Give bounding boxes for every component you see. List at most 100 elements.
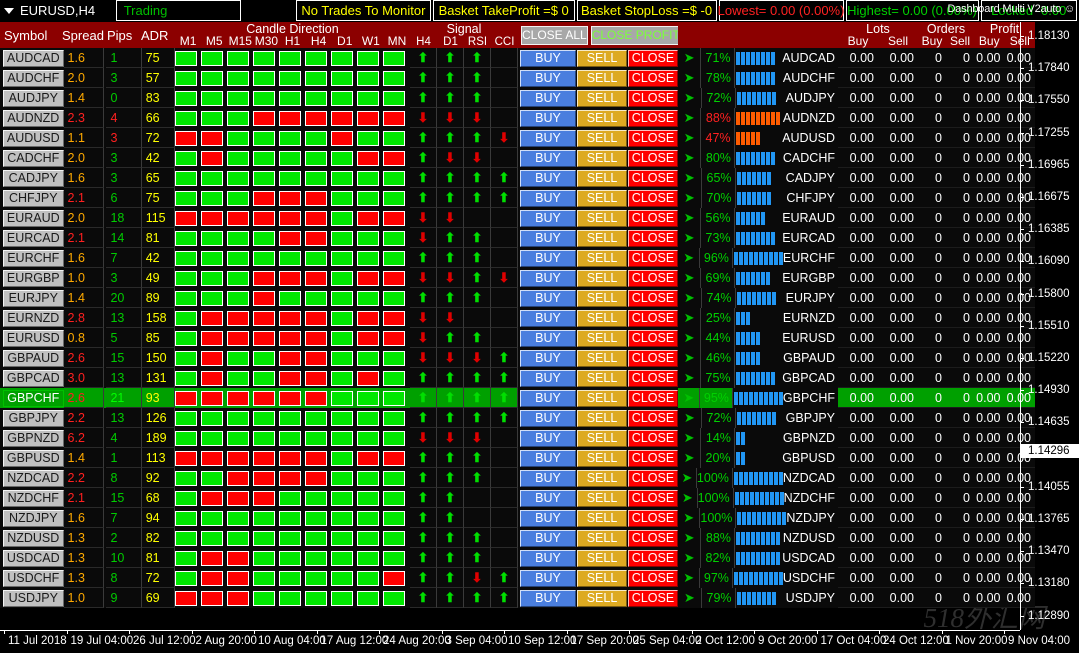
close-button[interactable]: CLOSE bbox=[628, 250, 678, 267]
play-arrow-icon[interactable]: ➤ bbox=[678, 588, 702, 608]
sell-button[interactable]: SELL bbox=[577, 370, 627, 387]
table-row[interactable]: GBPJPY2.213126 bbox=[0, 408, 175, 428]
symbol-button[interactable]: EURNZD bbox=[3, 310, 64, 327]
sell-button[interactable]: SELL bbox=[577, 510, 627, 527]
buy-button[interactable]: BUY bbox=[520, 110, 576, 127]
close-button[interactable]: CLOSE bbox=[628, 490, 678, 507]
buy-button[interactable]: BUY bbox=[520, 290, 576, 307]
buy-button[interactable]: BUY bbox=[520, 530, 576, 547]
close-button[interactable]: CLOSE bbox=[628, 290, 678, 307]
symbol-button[interactable]: EURCHF bbox=[3, 250, 64, 267]
symbol-button[interactable]: EURJPY bbox=[3, 290, 64, 307]
table-row[interactable]: EURUSD0.8585 bbox=[0, 328, 175, 348]
close-profit-button[interactable]: CLOSE PROFIT bbox=[591, 26, 681, 45]
buy-button[interactable]: BUY bbox=[520, 550, 576, 567]
close-button[interactable]: CLOSE bbox=[628, 50, 678, 67]
close-button[interactable]: CLOSE bbox=[628, 110, 678, 127]
symbol-button[interactable]: CADJPY bbox=[3, 170, 64, 187]
close-button[interactable]: CLOSE bbox=[628, 550, 678, 567]
play-arrow-icon[interactable]: ➤ bbox=[678, 408, 702, 428]
symbol-button[interactable]: GBPJPY bbox=[3, 410, 64, 427]
buy-button[interactable]: BUY bbox=[520, 390, 576, 407]
symbol-button[interactable]: NZDJPY bbox=[3, 510, 64, 527]
buy-button[interactable]: BUY bbox=[520, 590, 576, 607]
table-row[interactable]: AUDNZD2.3466 bbox=[0, 108, 175, 128]
buy-button[interactable]: BUY bbox=[520, 150, 576, 167]
sell-button[interactable]: SELL bbox=[577, 490, 627, 507]
table-row[interactable]: NZDUSD1.3282 bbox=[0, 528, 175, 548]
table-row[interactable]: GBPCHF2.62193 bbox=[0, 388, 175, 408]
table-row[interactable]: GBPUSD1.41113 bbox=[0, 448, 175, 468]
table-row[interactable]: EURCHF1.6742 bbox=[0, 248, 175, 268]
play-arrow-icon[interactable]: ➤ bbox=[678, 68, 701, 88]
play-arrow-icon[interactable]: ➤ bbox=[678, 468, 697, 488]
table-row[interactable]: EURNZD2.813158 bbox=[0, 308, 175, 328]
play-arrow-icon[interactable]: ➤ bbox=[678, 168, 702, 188]
close-button[interactable]: CLOSE bbox=[628, 230, 678, 247]
buy-button[interactable]: BUY bbox=[520, 450, 576, 467]
sell-button[interactable]: SELL bbox=[577, 230, 627, 247]
close-button[interactable]: CLOSE bbox=[628, 570, 678, 587]
symbol-button[interactable]: CADCHF bbox=[3, 150, 64, 167]
table-row[interactable]: AUDUSD1.1372 bbox=[0, 128, 175, 148]
table-row[interactable]: USDCHF1.3872 bbox=[0, 568, 175, 588]
symbol-button[interactable]: GBPUSD bbox=[3, 450, 64, 467]
table-row[interactable]: USDCAD1.31081 bbox=[0, 548, 175, 568]
play-arrow-icon[interactable]: ➤ bbox=[678, 508, 700, 528]
play-arrow-icon[interactable]: ➤ bbox=[678, 328, 701, 348]
play-arrow-icon[interactable]: ➤ bbox=[678, 308, 701, 328]
play-arrow-icon[interactable]: ➤ bbox=[678, 568, 700, 588]
table-row[interactable]: AUDCHF2.0357 bbox=[0, 68, 175, 88]
sell-button[interactable]: SELL bbox=[577, 50, 627, 67]
buy-button[interactable]: BUY bbox=[520, 90, 576, 107]
close-button[interactable]: CLOSE bbox=[628, 410, 678, 427]
play-arrow-icon[interactable]: ➤ bbox=[678, 208, 701, 228]
sell-button[interactable]: SELL bbox=[577, 450, 627, 467]
symbol-button[interactable]: CHFJPY bbox=[3, 190, 64, 207]
buy-button[interactable]: BUY bbox=[520, 50, 576, 67]
buy-button[interactable]: BUY bbox=[520, 430, 576, 447]
buy-button[interactable]: BUY bbox=[520, 130, 576, 147]
sell-button[interactable]: SELL bbox=[577, 130, 627, 147]
buy-button[interactable]: BUY bbox=[520, 70, 576, 87]
symbol-button[interactable]: EURUSD bbox=[3, 330, 64, 347]
chart-symbol-label[interactable]: EURUSD,H4 bbox=[0, 0, 114, 21]
play-arrow-icon[interactable]: ➤ bbox=[678, 428, 701, 448]
play-arrow-icon[interactable]: ➤ bbox=[678, 388, 700, 408]
buy-button[interactable]: BUY bbox=[520, 230, 576, 247]
sell-button[interactable]: SELL bbox=[577, 90, 627, 107]
table-row[interactable]: GBPAUD2.615150 bbox=[0, 348, 175, 368]
play-arrow-icon[interactable]: ➤ bbox=[678, 108, 701, 128]
close-all-button[interactable]: CLOSE ALL bbox=[521, 26, 588, 45]
symbol-button[interactable]: NZDUSD bbox=[3, 530, 64, 547]
symbol-button[interactable]: GBPCHF bbox=[3, 390, 64, 407]
table-row[interactable]: NZDCAD2.2892 bbox=[0, 468, 175, 488]
close-button[interactable]: CLOSE bbox=[628, 210, 678, 227]
table-row[interactable]: NZDJPY1.6794 bbox=[0, 508, 175, 528]
buy-button[interactable]: BUY bbox=[520, 490, 576, 507]
sell-button[interactable]: SELL bbox=[577, 250, 627, 267]
symbol-button[interactable]: USDCAD bbox=[3, 550, 64, 567]
table-row[interactable]: CADJPY1.6365 bbox=[0, 168, 175, 188]
close-button[interactable]: CLOSE bbox=[628, 70, 678, 87]
close-button[interactable]: CLOSE bbox=[628, 90, 678, 107]
close-button[interactable]: CLOSE bbox=[628, 310, 678, 327]
symbol-button[interactable]: EURGBP bbox=[3, 270, 64, 287]
symbol-button[interactable]: NZDCAD bbox=[3, 470, 64, 487]
play-arrow-icon[interactable]: ➤ bbox=[678, 148, 701, 168]
close-button[interactable]: CLOSE bbox=[628, 130, 678, 147]
table-row[interactable]: GBPNZD6.24189 bbox=[0, 428, 175, 448]
table-row[interactable]: EURAUD2.018115 bbox=[0, 208, 175, 228]
sell-button[interactable]: SELL bbox=[577, 550, 627, 567]
sell-button[interactable]: SELL bbox=[577, 350, 627, 367]
close-button[interactable]: CLOSE bbox=[628, 270, 678, 287]
sell-button[interactable]: SELL bbox=[577, 570, 627, 587]
buy-button[interactable]: BUY bbox=[520, 210, 576, 227]
symbol-button[interactable]: GBPNZD bbox=[3, 430, 64, 447]
symbol-button[interactable]: GBPAUD bbox=[3, 350, 64, 367]
buy-button[interactable]: BUY bbox=[520, 510, 576, 527]
buy-button[interactable]: BUY bbox=[520, 570, 576, 587]
symbol-button[interactable]: EURCAD bbox=[3, 230, 64, 247]
play-arrow-icon[interactable]: ➤ bbox=[678, 188, 702, 208]
sell-button[interactable]: SELL bbox=[577, 430, 627, 447]
